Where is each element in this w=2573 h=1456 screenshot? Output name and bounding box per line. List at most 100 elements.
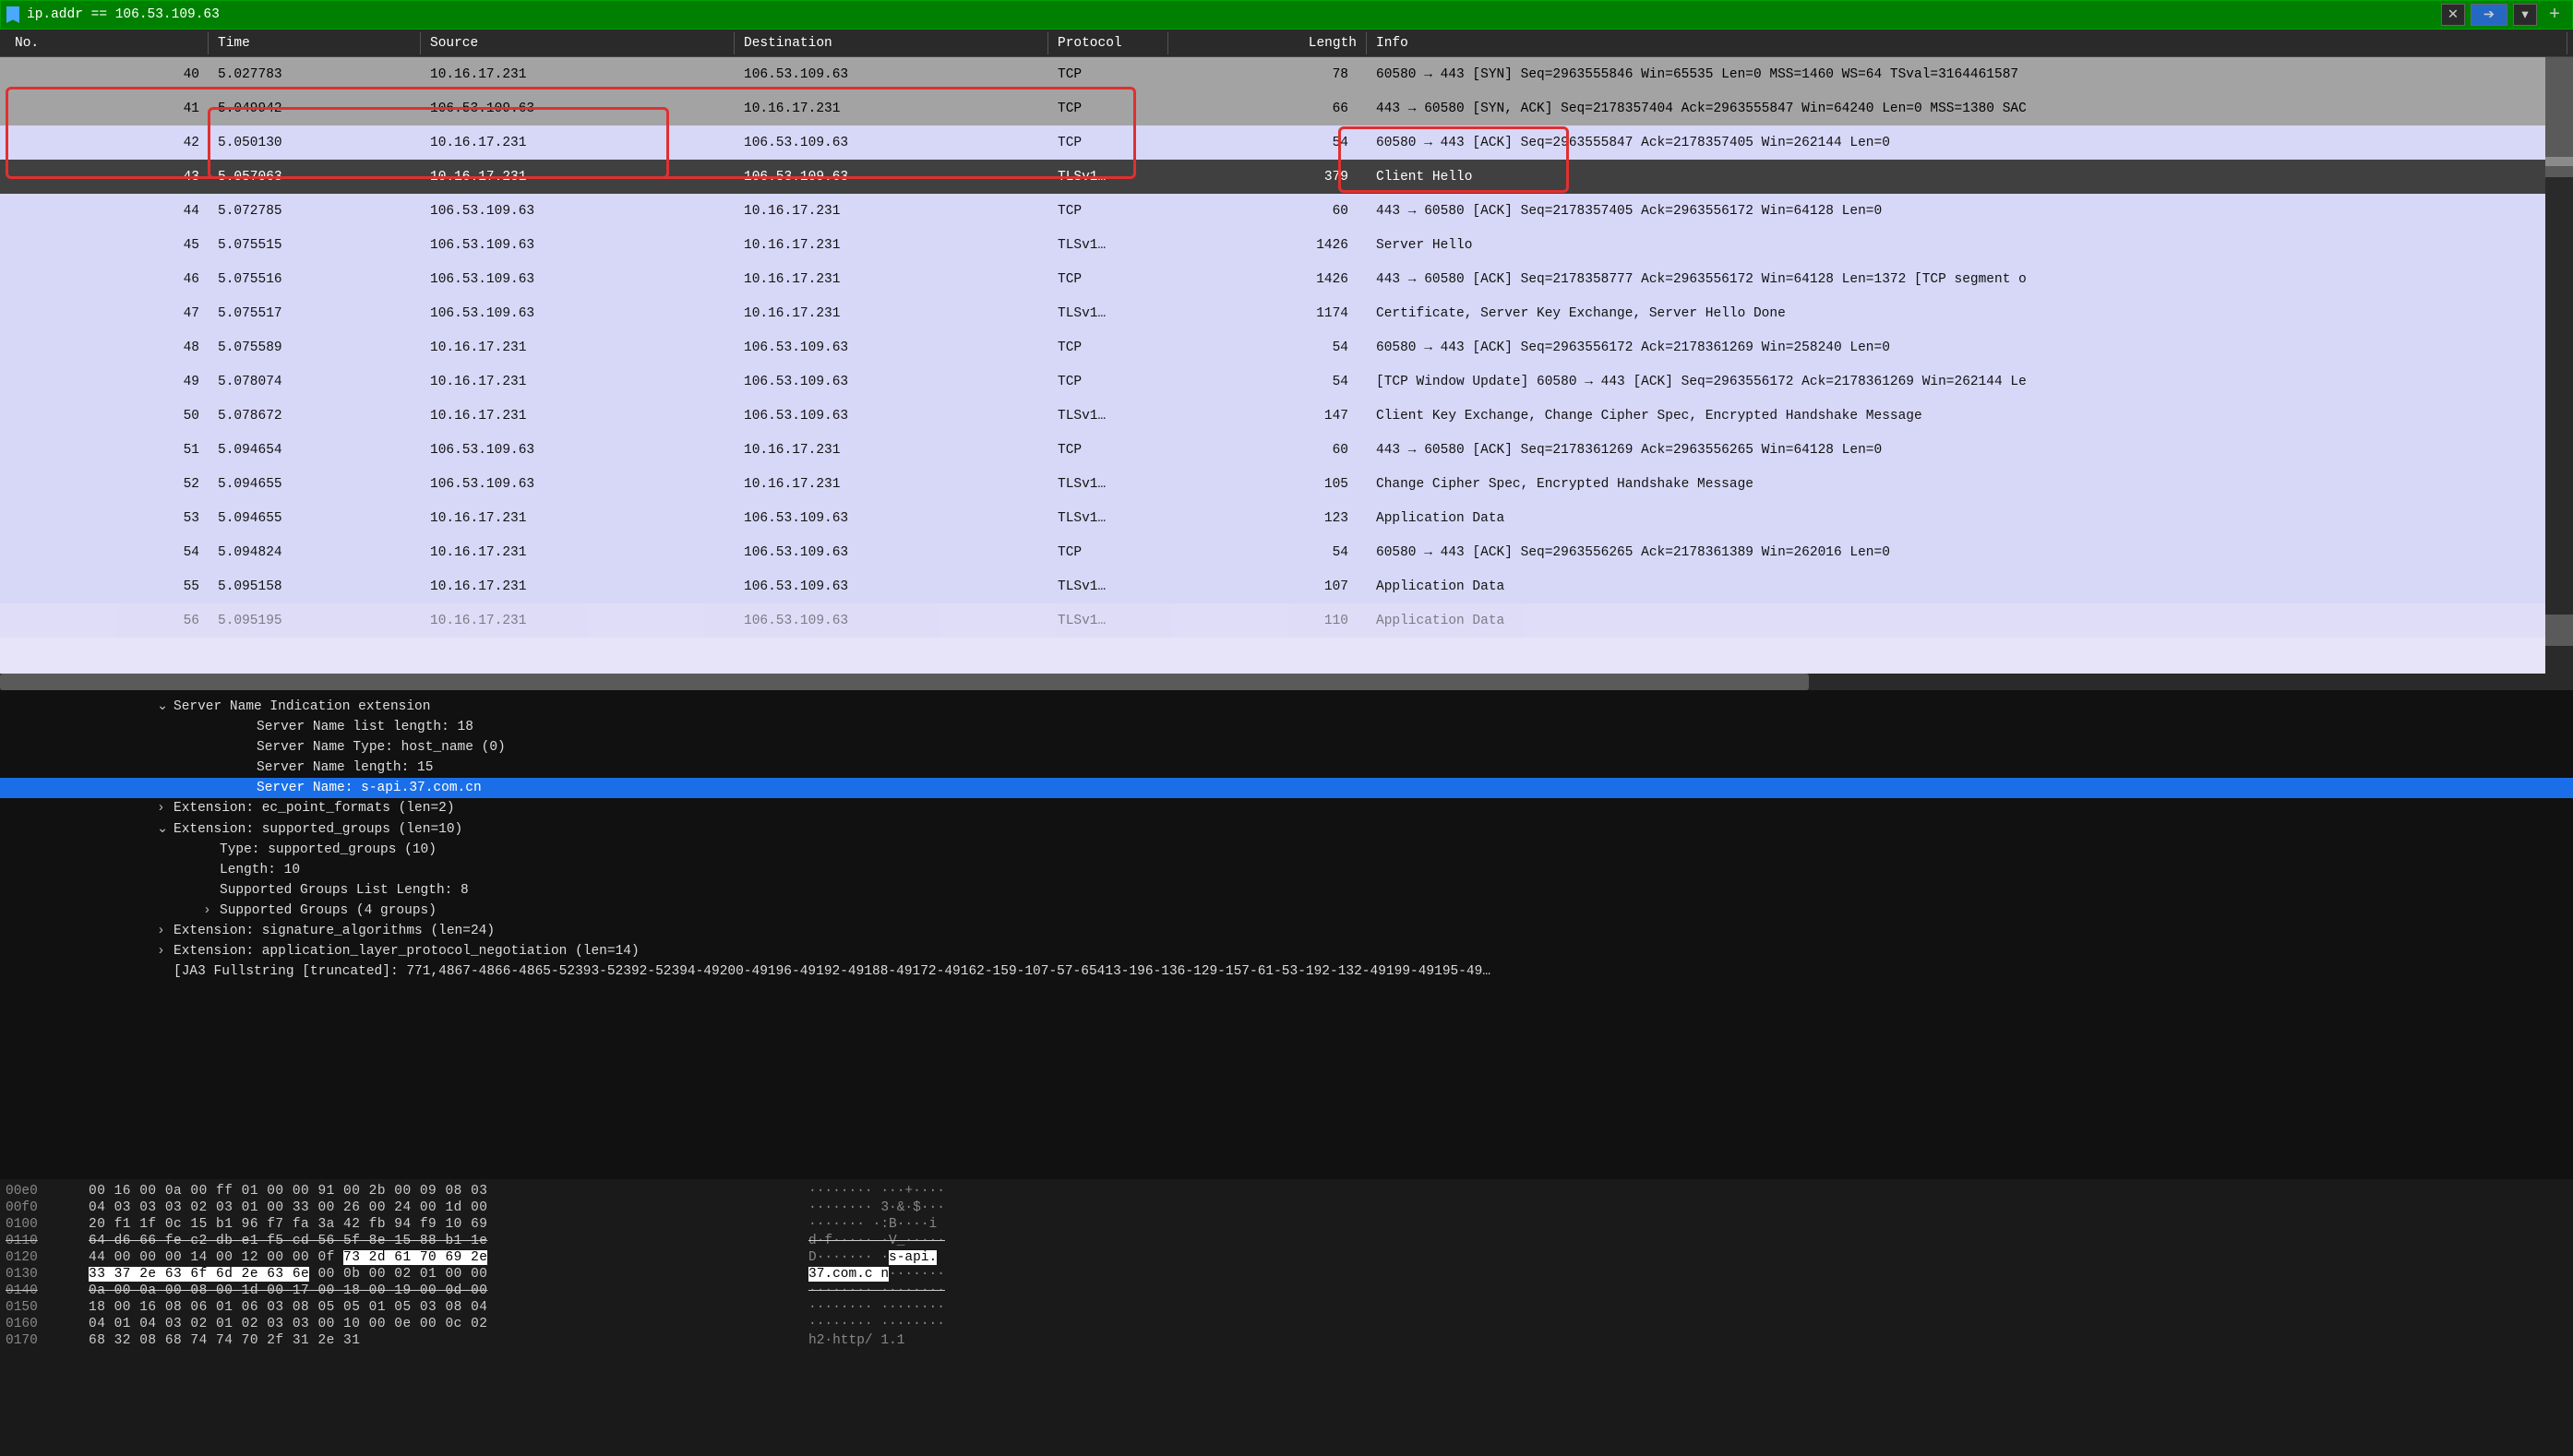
packet-row[interactable]: 565.09519510.16.17.231106.53.109.63TLSv1… — [0, 603, 2545, 638]
tree-node[interactable]: ›Extension: application_layer_protocol_n… — [0, 941, 2573, 961]
packet-row[interactable]: 515.094654106.53.109.6310.16.17.231TCP60… — [0, 433, 2545, 467]
packet-row[interactable]: 555.09515810.16.17.231106.53.109.63TLSv1… — [0, 569, 2545, 603]
hex-bytes: 04 03 03 03 02 03 01 00 33 00 26 00 24 0… — [89, 1200, 808, 1215]
tree-node[interactable]: Server Name length: 15 — [0, 758, 2573, 778]
tree-node[interactable]: Type: supported_groups (10) — [0, 840, 2573, 860]
packet-cell: Server Hello — [1367, 236, 2540, 255]
tree-node-label: Length: 10 — [220, 863, 300, 877]
chevron-right-icon[interactable]: › — [203, 903, 220, 918]
packet-row[interactable]: 425.05013010.16.17.231106.53.109.63TCP54… — [0, 125, 2545, 160]
packet-row[interactable]: 485.07558910.16.17.231106.53.109.63TCP54… — [0, 330, 2545, 364]
hex-ascii: D······· ·s-api. — [808, 1250, 1122, 1265]
packet-row[interactable]: 405.02778310.16.17.231106.53.109.63TCP78… — [0, 57, 2545, 91]
filter-dropdown-icon[interactable]: ▾ — [2513, 4, 2537, 26]
packet-cell: 41 — [6, 100, 209, 118]
packet-row[interactable]: 535.09465510.16.17.231106.53.109.63TLSv1… — [0, 501, 2545, 535]
packet-details-tree[interactable]: ⌄Server Name Indication extensionServer … — [0, 690, 2573, 1179]
tree-node-label: Type: supported_groups (10) — [220, 842, 437, 857]
tree-node[interactable]: Server Name: s-api.37.com.cn — [0, 778, 2573, 798]
packet-cell: 379 — [1168, 168, 1367, 186]
packet-cell: 106.53.109.63 — [735, 373, 1048, 391]
tree-node[interactable]: Length: 10 — [0, 860, 2573, 880]
chevron-right-icon[interactable]: › — [157, 924, 174, 938]
packet-row[interactable]: 475.075517106.53.109.6310.16.17.231TLSv1… — [0, 296, 2545, 330]
column-header-protocol[interactable]: Protocol — [1048, 32, 1168, 54]
packet-row[interactable]: 545.09482410.16.17.231106.53.109.63TCP54… — [0, 535, 2545, 569]
packet-row[interactable]: 495.07807410.16.17.231106.53.109.63TCP54… — [0, 364, 2545, 399]
packet-bytes-hex[interactable]: 00e000 16 00 0a 00 ff 01 00 00 91 00 2b … — [0, 1179, 2573, 1456]
hex-bytes: 00 16 00 0a 00 ff 01 00 00 91 00 2b 00 0… — [89, 1184, 808, 1199]
packet-row[interactable]: 435.05706310.16.17.231106.53.109.63TLSv1… — [0, 160, 2545, 194]
hex-line[interactable]: 01400a 00 0a 00 08 00 1d 00 17 00 18 00 … — [6, 1283, 2567, 1299]
packet-cell: 51 — [6, 441, 209, 459]
packet-list-scrollbar[interactable] — [2545, 57, 2573, 674]
clear-filter-icon[interactable]: ✕ — [2441, 4, 2465, 26]
tree-node[interactable]: Server Name list length: 18 — [0, 717, 2573, 737]
packet-row[interactable]: 505.07867210.16.17.231106.53.109.63TLSv1… — [0, 399, 2545, 433]
display-filter-bar[interactable]: ip.addr == 106.53.109.63 ✕ ➔ ▾ + — [0, 0, 2573, 30]
packet-cell: 60580 → 443 [SYN] Seq=2963555846 Win=655… — [1367, 66, 2540, 84]
packet-cell: 44 — [6, 202, 209, 221]
column-header-no[interactable]: No. — [6, 32, 209, 54]
packet-row[interactable]: 465.075516106.53.109.6310.16.17.231TCP14… — [0, 262, 2545, 296]
packet-cell: 106.53.109.63 — [421, 475, 735, 494]
hex-line[interactable]: 016004 01 04 03 02 01 02 03 03 00 10 00 … — [6, 1316, 2567, 1332]
tree-node-label: Extension: ec_point_formats (len=2) — [174, 801, 455, 816]
chevron-right-icon[interactable]: › — [157, 944, 174, 959]
tree-node[interactable]: [JA3 Fullstring [truncated]: 771,4867-48… — [0, 961, 2573, 982]
hex-line[interactable]: 017068 32 08 68 74 74 70 2f 31 2e 31h2·h… — [6, 1332, 2567, 1349]
column-header-length[interactable]: Length — [1168, 32, 1367, 54]
tree-node-label: Extension: application_layer_protocol_ne… — [174, 944, 640, 959]
tree-node[interactable]: Supported Groups List Length: 8 — [0, 880, 2573, 901]
chevron-right-icon[interactable]: › — [157, 801, 174, 816]
hex-line[interactable]: 011064 d6 66 fe c2 db e1 f5 cd 56 5f 8e … — [6, 1233, 2567, 1249]
packet-cell: 106.53.109.63 — [735, 66, 1048, 84]
apply-filter-icon[interactable]: ➔ — [2471, 4, 2507, 26]
packet-list[interactable]: 405.02778310.16.17.231106.53.109.63TCP78… — [0, 57, 2545, 674]
packet-cell: 55 — [6, 578, 209, 596]
hex-line[interactable]: 010020 f1 1f 0c 15 b1 96 f7 fa 3a 42 fb … — [6, 1216, 2567, 1233]
hex-line[interactable]: 012044 00 00 00 14 00 12 00 00 0f 73 2d … — [6, 1249, 2567, 1266]
hex-ascii: h2·http/ 1.1 — [808, 1333, 1122, 1348]
chevron-down-icon[interactable]: ⌄ — [157, 821, 174, 837]
column-header-info[interactable]: Info — [1367, 32, 2567, 54]
packet-row[interactable]: 525.094655106.53.109.6310.16.17.231TLSv1… — [0, 467, 2545, 501]
hex-line[interactable]: 00e000 16 00 0a 00 ff 01 00 00 91 00 2b … — [6, 1183, 2567, 1199]
packet-list-h-scrollbar[interactable] — [0, 674, 2573, 690]
column-header-time[interactable]: Time — [209, 32, 421, 54]
column-header-destination[interactable]: Destination — [735, 32, 1048, 54]
hex-offset: 0160 — [6, 1317, 89, 1331]
packet-cell: Client Hello — [1367, 168, 2540, 186]
tree-node[interactable]: ⌄Extension: supported_groups (len=10) — [0, 818, 2573, 840]
tree-node-label: Extension: signature_algorithms (len=24) — [174, 924, 495, 938]
packet-cell: 106.53.109.63 — [421, 304, 735, 323]
packet-cell: 106.53.109.63 — [735, 407, 1048, 425]
packet-cell: 48 — [6, 339, 209, 357]
chevron-down-icon[interactable]: ⌄ — [157, 698, 174, 714]
display-filter-text[interactable]: ip.addr == 106.53.109.63 — [27, 7, 2441, 22]
packet-row[interactable]: 455.075515106.53.109.6310.16.17.231TLSv1… — [0, 228, 2545, 262]
packet-cell: 106.53.109.63 — [735, 543, 1048, 562]
tree-node[interactable]: ›Extension: ec_point_formats (len=2) — [0, 798, 2573, 818]
tree-node[interactable]: ⌄Server Name Indication extension — [0, 696, 2573, 717]
packet-cell: 10.16.17.231 — [735, 270, 1048, 289]
hex-offset: 00e0 — [6, 1184, 89, 1199]
tree-node[interactable]: ›Extension: signature_algorithms (len=24… — [0, 921, 2573, 941]
tree-node[interactable]: Server Name Type: host_name (0) — [0, 737, 2573, 758]
hex-line[interactable]: 013033 37 2e 63 6f 6d 2e 63 6e 00 0b 00 … — [6, 1266, 2567, 1283]
tree-node[interactable]: ›Supported Groups (4 groups) — [0, 901, 2573, 921]
packet-row[interactable]: 415.049942106.53.109.6310.16.17.231TCP66… — [0, 91, 2545, 125]
packet-cell: 5.095158 — [209, 578, 421, 596]
packet-cell: 50 — [6, 407, 209, 425]
add-filter-icon[interactable]: + — [2543, 4, 2567, 26]
packet-cell: 10.16.17.231 — [421, 373, 735, 391]
column-header-source[interactable]: Source — [421, 32, 735, 54]
hex-line[interactable]: 015018 00 16 08 06 01 06 03 08 05 05 01 … — [6, 1299, 2567, 1316]
packet-cell: 10.16.17.231 — [421, 66, 735, 84]
hex-bytes: 44 00 00 00 14 00 12 00 00 0f 73 2d 61 7… — [89, 1250, 808, 1265]
packet-cell: 5.049942 — [209, 100, 421, 118]
bookmark-icon[interactable] — [6, 6, 19, 23]
packet-cell: 54 — [6, 543, 209, 562]
hex-line[interactable]: 00f004 03 03 03 02 03 01 00 33 00 26 00 … — [6, 1199, 2567, 1216]
packet-row[interactable]: 445.072785106.53.109.6310.16.17.231TCP60… — [0, 194, 2545, 228]
